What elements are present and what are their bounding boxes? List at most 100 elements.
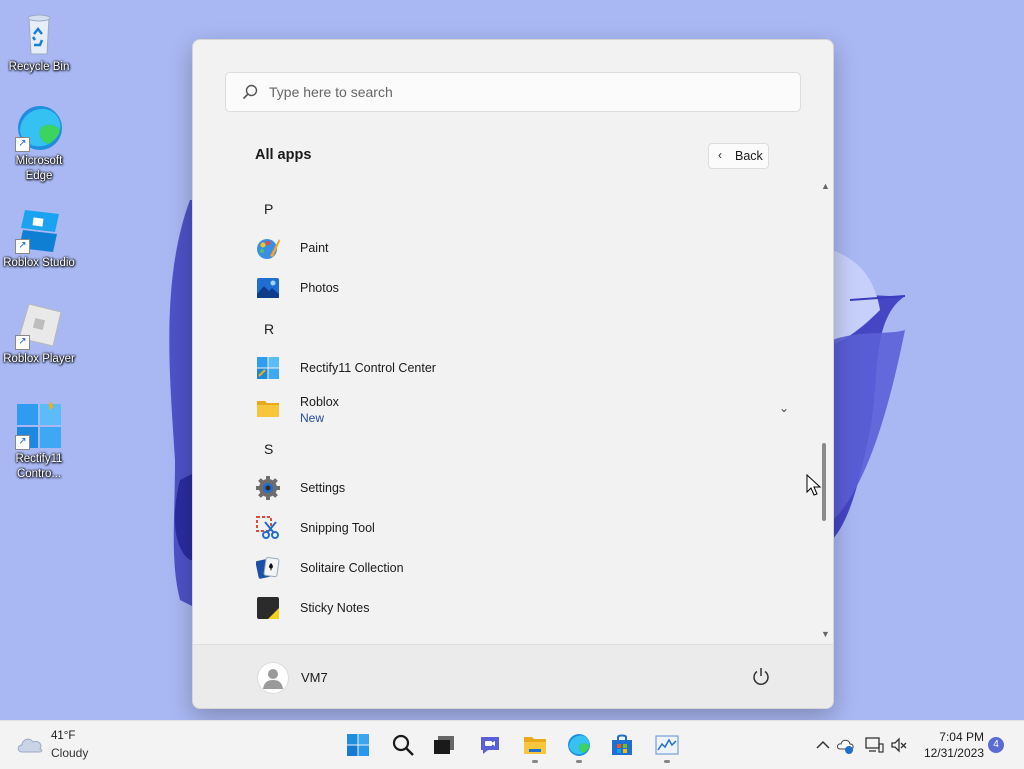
app-folder-roblox[interactable]: Roblox New ⌄ — [249, 390, 789, 426]
task-view-button[interactable] — [425, 727, 463, 763]
start-footer: VM7 — [193, 644, 833, 708]
task-view-icon — [434, 736, 454, 754]
shortcut-arrow-icon: ↗ — [15, 335, 30, 350]
desktop-icon-roblox-player[interactable]: ↗ Roblox Player — [1, 302, 77, 367]
desktop-icon-label: Roblox Player — [3, 353, 75, 365]
desktop-icon-label: Roblox Studio — [3, 257, 75, 269]
clock-date: 12/31/2023 — [923, 746, 984, 760]
section-letter-r[interactable]: R — [264, 321, 274, 337]
desktop-icon-recycle-bin[interactable]: Recycle Bin — [1, 10, 77, 75]
taskbar: 41°F Cloudy 7:04 PM 12/31/2023 4 — [0, 720, 1024, 769]
gear-icon — [256, 476, 280, 500]
desktop-icon-label: Recycle Bin — [8, 61, 70, 73]
user-icon — [263, 669, 283, 689]
power-icon — [753, 668, 769, 685]
file-explorer-icon — [524, 737, 546, 754]
back-button[interactable]: ‹ Back — [708, 143, 769, 169]
weather-temperature: 41°F — [51, 730, 76, 742]
chat-button[interactable] — [471, 727, 509, 763]
power-button[interactable] — [749, 665, 773, 689]
paint-icon — [257, 239, 280, 259]
desktop-icon-label: Microsoft Edge — [15, 155, 63, 182]
scroll-up-icon[interactable]: ▲ — [821, 181, 830, 191]
running-indicator — [664, 760, 670, 763]
volume-tray-button[interactable] — [889, 735, 909, 755]
start-menu: Type here to search All apps ‹ Back P Pa… — [192, 39, 834, 709]
sticky-notes-icon — [257, 597, 279, 619]
solitaire-icon — [256, 557, 280, 579]
photos-icon — [257, 278, 279, 298]
edge-taskbar-button[interactable] — [560, 727, 598, 763]
weather-widget[interactable]: 41°F Cloudy — [16, 729, 116, 761]
network-tray-button[interactable] — [864, 735, 884, 755]
avatar — [257, 662, 289, 694]
clock[interactable]: 7:04 PM 12/31/2023 — [918, 729, 984, 761]
rectify11-icon — [257, 357, 279, 379]
search-box[interactable]: Type here to search — [225, 72, 801, 112]
desktop-icon-edge[interactable]: ↗ Microsoft Edge — [1, 104, 77, 184]
all-apps-title: All apps — [255, 147, 312, 163]
app-name: Photos — [300, 281, 339, 295]
app-item-snipping-tool[interactable]: Snipping Tool — [249, 510, 789, 546]
app-item-sticky-notes[interactable]: Sticky Notes — [249, 590, 789, 626]
snipping-tool-icon — [256, 516, 279, 539]
clock-time: 7:04 PM — [939, 730, 984, 744]
folder-icon — [257, 401, 279, 417]
recycle-bin-icon — [15, 10, 63, 58]
edge-icon: ↗ — [15, 104, 63, 152]
cloud-sync-icon — [837, 739, 854, 754]
chat-icon — [481, 737, 499, 754]
desktop-icon-rectify11[interactable]: ↗ Rectify11 Contro... — [1, 402, 77, 482]
search-icon — [392, 734, 414, 756]
shortcut-arrow-icon: ↗ — [15, 137, 30, 152]
app-name: Paint — [300, 241, 329, 255]
network-icon — [865, 737, 884, 753]
app-item-photos[interactable]: Photos — [249, 270, 789, 306]
back-button-label: Back — [735, 149, 763, 163]
scrollbar[interactable]: ▲ ▼ — [819, 181, 833, 641]
show-hidden-icons-button[interactable] — [813, 735, 833, 755]
section-letter-s[interactable]: S — [264, 441, 273, 457]
app-name: Roblox — [300, 395, 339, 409]
start-button[interactable] — [339, 727, 377, 763]
app-item-settings[interactable]: Settings — [249, 470, 789, 506]
app-item-solitaire-collection[interactable]: Solitaire Collection — [249, 550, 789, 586]
chevron-left-icon: ‹ — [718, 148, 722, 162]
chevron-down-icon[interactable]: ⌄ — [779, 401, 789, 415]
section-letter-p[interactable]: P — [264, 201, 273, 217]
desktop-icon-roblox-studio[interactable]: ↗ Roblox Studio — [1, 206, 77, 271]
file-explorer-button[interactable] — [516, 727, 554, 763]
app-name: Solitaire Collection — [300, 561, 404, 575]
app-item-rectify11-control-center[interactable]: Rectify11 Control Center — [249, 350, 789, 386]
roblox-player-icon: ↗ — [15, 302, 63, 350]
mouse-cursor-icon — [806, 474, 822, 496]
notification-badge[interactable]: 4 — [988, 737, 1004, 753]
desktop-icon-label: Rectify11 Contro... — [15, 453, 63, 480]
chevron-up-icon — [816, 740, 830, 749]
taskbar-search-button[interactable] — [384, 727, 422, 763]
shortcut-arrow-icon: ↗ — [15, 435, 30, 450]
user-account-button[interactable]: VM7 — [257, 662, 397, 694]
app-name: Rectify11 Control Center — [300, 361, 436, 375]
search-placeholder: Type here to search — [269, 84, 393, 100]
store-icon — [612, 734, 632, 755]
volume-muted-icon — [891, 737, 907, 753]
onedrive-tray-button[interactable] — [836, 735, 856, 755]
running-indicator — [576, 760, 582, 763]
edge-icon — [568, 734, 590, 756]
app-item-paint[interactable]: Paint — [249, 230, 789, 266]
start-icon — [347, 734, 369, 756]
user-name: VM7 — [301, 670, 328, 685]
new-badge: New — [300, 411, 325, 425]
scroll-down-icon[interactable]: ▼ — [821, 629, 830, 639]
performance-monitor-button[interactable] — [648, 727, 686, 763]
app-name: Settings — [300, 481, 346, 495]
app-name: Snipping Tool — [300, 521, 375, 535]
weather-condition: Cloudy — [51, 746, 89, 760]
app-name: Sticky Notes — [300, 601, 370, 615]
scrollbar-thumb[interactable] — [822, 443, 826, 521]
shortcut-arrow-icon: ↗ — [15, 239, 30, 254]
rectify11-icon: ↗ — [15, 402, 63, 450]
store-button[interactable] — [603, 727, 641, 763]
performance-icon — [655, 735, 679, 755]
